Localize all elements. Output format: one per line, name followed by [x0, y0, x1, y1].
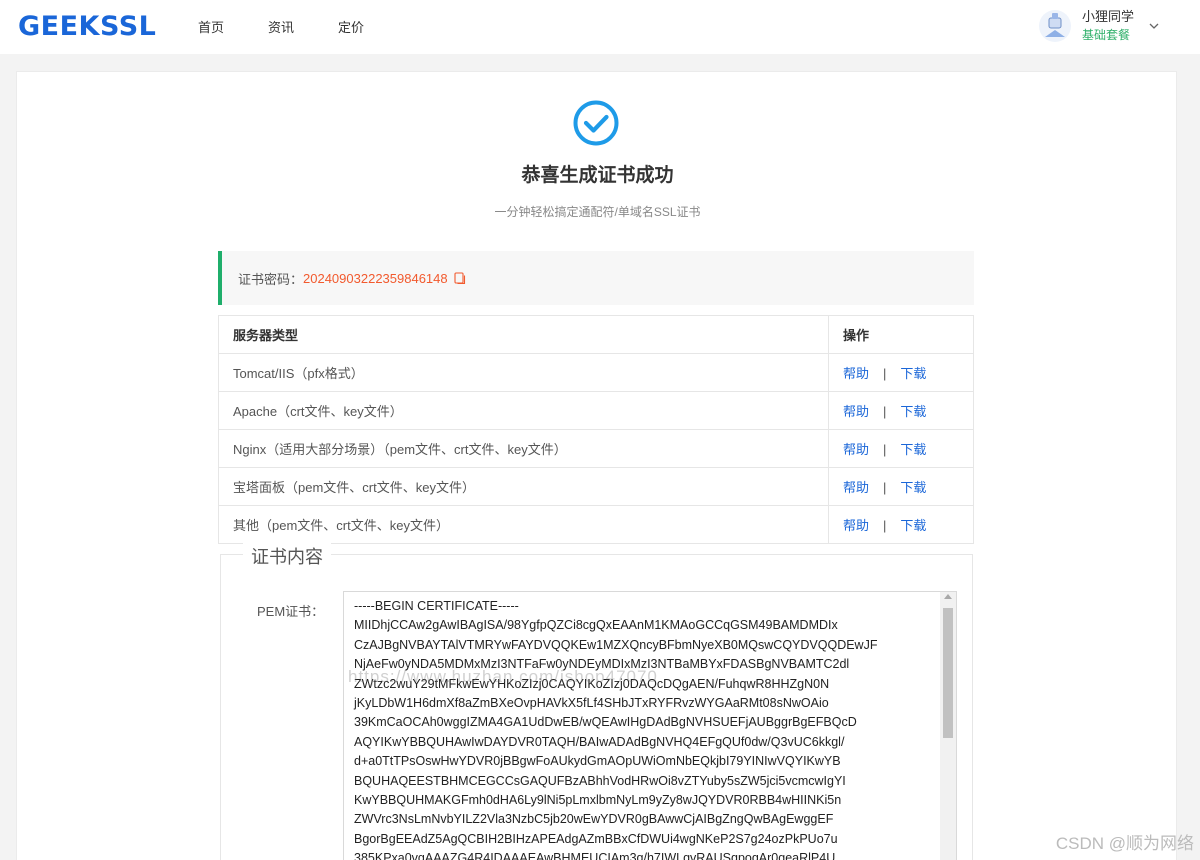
- pem-line: -----BEGIN CERTIFICATE-----: [354, 599, 519, 613]
- action-separator: |: [883, 366, 887, 381]
- help-link[interactable]: 帮助: [843, 442, 869, 457]
- cert-password-value: 20240903222359846148: [303, 270, 448, 286]
- result-card: 恭喜生成证书成功 一分钟轻松搞定通配符/单域名SSL证书 证书密码： 20240…: [16, 71, 1177, 860]
- action-cell: 帮助 | 下载: [828, 353, 974, 392]
- action-separator: |: [883, 442, 887, 457]
- url-watermark: https://www.huzhan.com/ishop47070: [348, 667, 658, 686]
- nav-news[interactable]: 资讯: [268, 17, 294, 36]
- pem-label: PEM证书：: [257, 604, 325, 619]
- nav-home[interactable]: 首页: [198, 17, 224, 36]
- server-type-cell: 宝塔面板（pem文件、crt文件、key文件）: [218, 467, 829, 506]
- user-info: 小狸同学 基础套餐: [1082, 8, 1134, 44]
- action-separator: |: [883, 404, 887, 419]
- scroll-thumb[interactable]: [943, 608, 953, 738]
- action-separator: |: [883, 480, 887, 495]
- cert-password-label: 证书密码：: [238, 271, 304, 287]
- help-link[interactable]: 帮助: [843, 518, 869, 533]
- help-link[interactable]: 帮助: [843, 366, 869, 381]
- cert-content-legend: 证书内容: [243, 543, 331, 569]
- action-cell: 帮助 | 下载: [828, 429, 974, 468]
- download-link[interactable]: 下载: [900, 518, 926, 533]
- success-check-icon: [573, 100, 619, 146]
- logo-text: GEEKSSL: [18, 10, 157, 42]
- table-row: 其他（pem文件、crt文件、key文件） 帮助 | 下载: [218, 505, 974, 544]
- csdn-watermark: CSDN @顺为网络: [1055, 834, 1194, 853]
- page-title: 恭喜生成证书成功: [521, 165, 674, 186]
- pem-line: BQUHAQEESTBHMCEGCCsGAQUFBzABhhVodHRwOi8v…: [354, 773, 846, 788]
- action-cell: 帮助 | 下载: [828, 505, 974, 544]
- user-plan: 基础套餐: [1081, 28, 1130, 42]
- user-name: 小狸同学: [1081, 9, 1134, 24]
- download-link[interactable]: 下载: [900, 404, 926, 419]
- pem-content: -----BEGIN CERTIFICATE----- MIIDhjCCAw2g…: [354, 597, 877, 860]
- download-table: 服务器类型 操作 Tomcat/IIS（pfx格式） 帮助 | 下载 Apache（…: [218, 315, 974, 544]
- table-row: Tomcat/IIS（pfx格式） 帮助 | 下载: [218, 353, 974, 392]
- cert-password-bar: 证书密码： 20240903222359846148: [218, 251, 974, 305]
- pem-line: d+a0TtTPsOswHwYDVR0jBBgwFoAUkydGmAOpUWiO…: [354, 754, 841, 769]
- page-subtitle: 一分钟轻松搞定通配符/单域名SSL证书: [494, 205, 701, 219]
- table-header-row: 服务器类型 操作: [218, 315, 974, 354]
- pem-textarea[interactable]: -----BEGIN CERTIFICATE----- MIIDhjCCAw2g…: [343, 591, 957, 860]
- pem-line: KwYBBQUHMAKGFmh0dHA6Ly9lNi5pLmxlbmNyLm9y…: [354, 793, 842, 808]
- pem-scrollbar[interactable]: [940, 592, 956, 860]
- server-type-cell: Apache（crt文件、key文件）: [218, 391, 829, 430]
- pem-line: MIIDhjCCAw2gAwIBAgISA/98YgfpQZCi8cgQxEAA…: [354, 618, 838, 633]
- help-link[interactable]: 帮助: [843, 480, 869, 495]
- nav-pricing[interactable]: 定价: [338, 17, 364, 36]
- col-action: 操作: [828, 315, 974, 354]
- pem-line: BgorBgEEAdZ5AgQCBIH2BIHzAPEAdgAZmBBxCfDW…: [354, 831, 838, 846]
- top-header: GEEKSSL 首页 资讯 定价 小狸同学 基础套餐: [0, 0, 1200, 54]
- pem-line: ZWVrc3NsLmNvbYILZ2Vla3NzbC5jb20wEwYDVR0g…: [354, 812, 834, 827]
- action-cell: 帮助 | 下载: [828, 391, 974, 430]
- col-server-type: 服务器类型: [218, 315, 829, 354]
- main-nav: 首页 资讯 定价: [198, 17, 408, 36]
- pem-line: AQYIKwYBBQUHAwIwDAYDVR0TAQH/BAIwADAdBgNV…: [354, 734, 845, 749]
- copy-icon[interactable]: [454, 271, 466, 285]
- download-link[interactable]: 下载: [900, 366, 926, 381]
- pem-line: 385KPxa0vgAAAZG4R4IDAAAEAwBHMEUCIAm3q/h7…: [354, 851, 836, 860]
- help-link[interactable]: 帮助: [843, 404, 869, 419]
- download-link[interactable]: 下载: [900, 480, 926, 495]
- action-cell: 帮助 | 下载: [828, 467, 974, 506]
- chevron-down-icon[interactable]: [1148, 20, 1160, 32]
- table-row: 宝塔面板（pem文件、crt文件、key文件） 帮助 | 下载: [218, 467, 974, 506]
- pem-line: 39KmCaOCAh0wggIZMA4GA1UdDwEB/wQEAwIHgDAd…: [354, 715, 857, 730]
- server-type-cell: Tomcat/IIS（pfx格式）: [218, 353, 829, 392]
- pem-line: jKyLDbW1H6dmXf8aZmBXeOvpHAVkX5fLf4SHbJTx…: [354, 696, 829, 711]
- table-row: Nginx（适用大部分场景）（pem文件、crt文件、key文件） 帮助 | 下载: [218, 429, 974, 468]
- logo[interactable]: GEEKSSL: [18, 10, 157, 42]
- download-link[interactable]: 下载: [900, 442, 926, 457]
- scroll-up-icon[interactable]: [944, 594, 952, 599]
- action-separator: |: [883, 518, 887, 533]
- avatar: [1038, 10, 1071, 42]
- table-row: Apache（crt文件、key文件） 帮助 | 下载: [218, 391, 974, 430]
- user-menu[interactable]: 小狸同学 基础套餐: [1038, 8, 1160, 44]
- pem-line: CzAJBgNVBAYTAlVTMRYwFAYDVQQKEw1MZXQncyBF…: [354, 637, 878, 652]
- server-type-cell: 其他（pem文件、crt文件、key文件）: [218, 505, 829, 544]
- cert-content-section: 证书内容 PEM证书： -----BEGIN CERTIFICATE----- …: [220, 543, 973, 860]
- server-type-cell: Nginx（适用大部分场景）（pem文件、crt文件、key文件）: [218, 429, 829, 468]
